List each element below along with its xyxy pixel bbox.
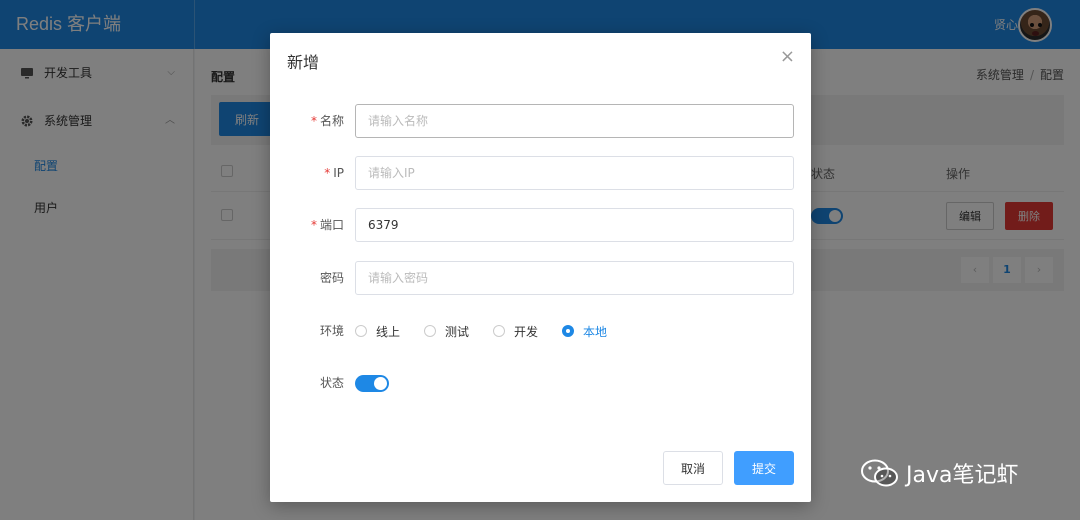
add-config-dialog: 新增 × *名称 *IP *端口 密码 环境 线上 测试 开发 本地 状态 取消… — [270, 33, 811, 502]
env-label: 环境 — [319, 324, 344, 338]
port-label: * 端口 — [310, 218, 344, 232]
port-input[interactable] — [355, 208, 794, 242]
form-row-status: 状态 — [270, 366, 811, 400]
radio-icon — [424, 325, 437, 337]
status-switch[interactable] — [355, 375, 389, 392]
submit-button[interactable]: 提交 — [734, 451, 794, 485]
form-row-name: * 名称 — [270, 104, 811, 138]
wechat-icon — [861, 459, 898, 487]
form-row-password: 密码 — [270, 261, 811, 295]
close-icon[interactable]: × — [780, 47, 795, 67]
name-input[interactable] — [355, 104, 794, 138]
form-row-env: 环境 线上 测试 开发 本地 — [270, 314, 811, 348]
env-radio-online[interactable]: 线上 — [355, 323, 400, 340]
dialog-title: 新增 — [287, 53, 320, 72]
env-radio-dev[interactable]: 开发 — [493, 323, 538, 340]
env-radio-local[interactable]: 本地 — [562, 323, 607, 340]
form-row-ip: * IP — [270, 156, 811, 190]
watermark-text: Java笔记虾 — [906, 463, 1019, 488]
form-row-port: * 端口 — [270, 208, 811, 242]
radio-checked-icon — [562, 325, 575, 337]
password-input[interactable] — [355, 261, 794, 295]
status-label: 状态 — [319, 376, 344, 390]
radio-icon — [493, 325, 506, 337]
radio-icon — [355, 325, 367, 337]
env-radio-test[interactable]: 测试 — [424, 323, 469, 340]
name-label: * 名称 — [310, 114, 344, 128]
cancel-button[interactable]: 取消 — [663, 451, 723, 485]
ip-label: * IP — [324, 166, 344, 180]
env-radio-group: 线上 测试 开发 本地 — [355, 314, 631, 348]
password-label: 密码 — [319, 271, 344, 285]
watermark: Java笔记虾 — [860, 455, 1018, 491]
ip-input[interactable] — [355, 156, 794, 190]
